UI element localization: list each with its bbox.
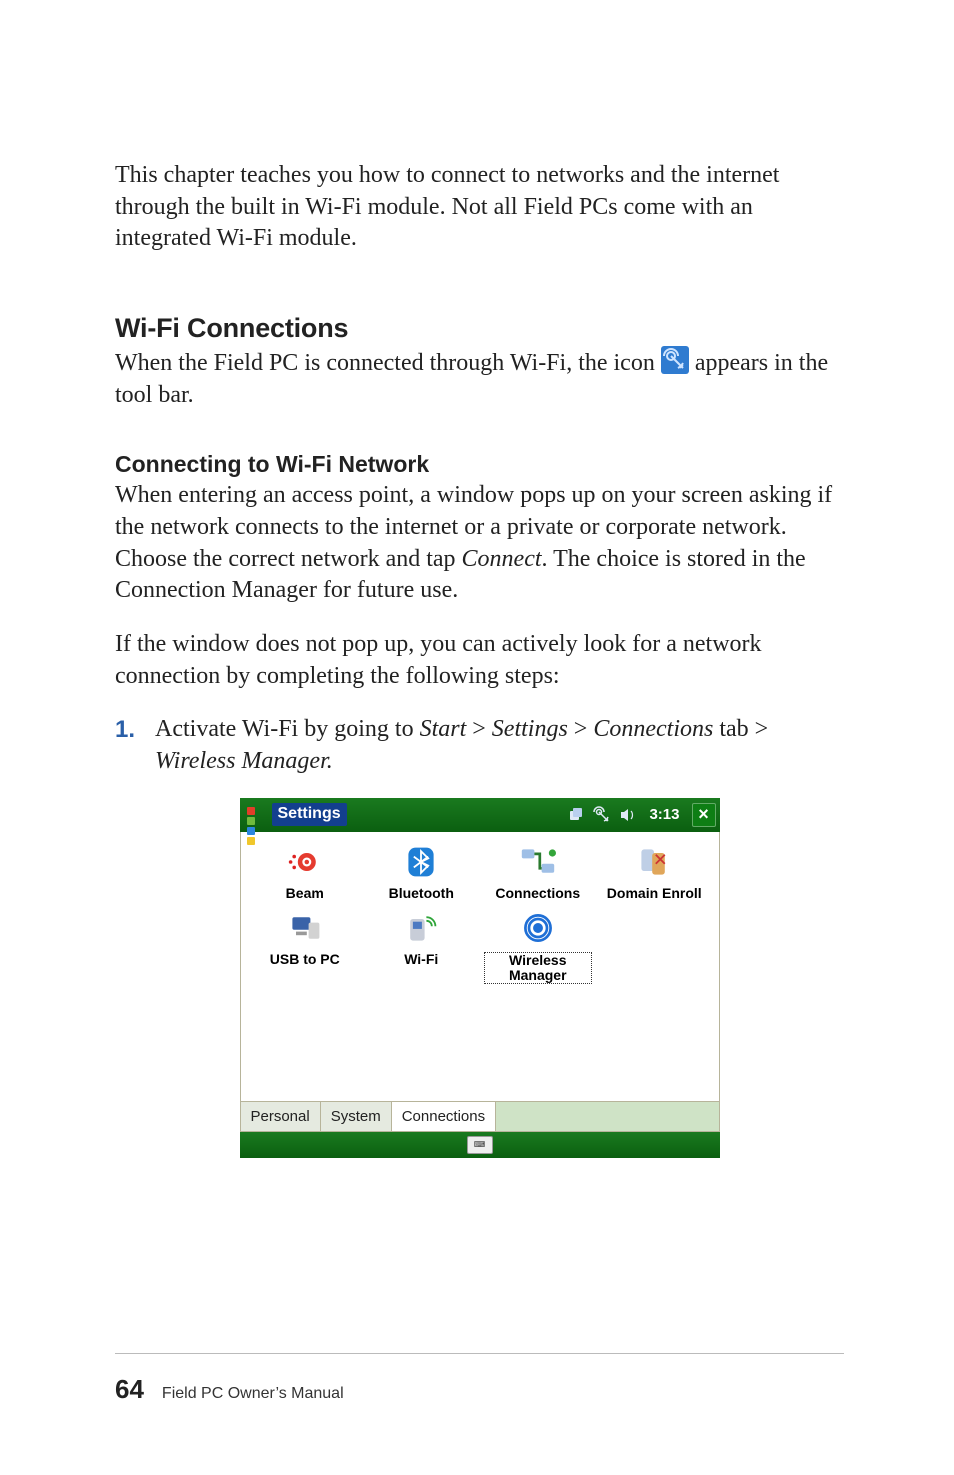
section-heading-wifi: Wi-Fi Connections xyxy=(115,313,844,344)
wireless-manager-icon xyxy=(518,908,558,948)
domain-enroll-icon xyxy=(634,842,674,882)
title-settings: Settings xyxy=(272,803,347,826)
wifi-status-icon xyxy=(661,346,689,374)
settings-panel: Beam Bluetooth Connections xyxy=(240,832,720,1102)
wifi-icon-paragraph: When the Field PC is connected through W… xyxy=(115,346,844,411)
tab-connections[interactable]: Connections xyxy=(392,1102,496,1131)
connections-label: Connections xyxy=(484,886,593,901)
step1-start: Start xyxy=(420,716,467,742)
settings-screenshot: Settings 3:13 × xyxy=(240,798,720,1158)
item-wireless-manager[interactable]: Wireless Manager xyxy=(484,908,593,983)
step1-wm: Wireless Manager. xyxy=(155,748,333,774)
titlebar: Settings 3:13 × xyxy=(240,798,720,832)
connecting-paragraph-1: When entering an access point, a window … xyxy=(115,480,844,607)
step1-tab: tab xyxy=(713,716,754,742)
para-a-connect: Connect xyxy=(462,546,542,572)
keyboard-icon[interactable]: ⌨ xyxy=(467,1136,493,1154)
start-menu-icon[interactable] xyxy=(246,806,264,824)
intro-paragraph: This chapter teaches you how to connect … xyxy=(115,160,844,255)
close-button[interactable]: × xyxy=(692,803,716,827)
beam-icon xyxy=(285,842,325,882)
step1-settings: Settings xyxy=(492,716,568,742)
wireless-manager-label: Wireless Manager xyxy=(484,952,593,983)
step1-gt1: > xyxy=(466,716,492,742)
connecting-paragraph-2: If the window does not pop up, you can a… xyxy=(115,629,844,692)
step-1-row: 1. Activate Wi-Fi by going to Start > Se… xyxy=(115,714,844,777)
overlap-windows-icon[interactable] xyxy=(567,806,585,824)
item-bluetooth[interactable]: Bluetooth xyxy=(367,842,476,901)
footer-title: Field PC Owner’s Manual xyxy=(162,1385,344,1403)
step1-connections: Connections xyxy=(593,716,713,742)
usb-label: USB to PC xyxy=(251,952,360,967)
step1-gt2: > xyxy=(568,716,594,742)
subheading-connecting: Connecting to Wi-Fi Network xyxy=(115,451,844,478)
beam-label: Beam xyxy=(251,886,360,901)
bluetooth-icon xyxy=(401,842,441,882)
step-1-number: 1. xyxy=(115,714,141,777)
item-beam[interactable]: Beam xyxy=(251,842,360,901)
wifi-device-icon xyxy=(401,908,441,948)
step1-gt3: > xyxy=(755,716,769,742)
volume-icon[interactable] xyxy=(619,806,637,824)
wifi-status-bar-icon[interactable] xyxy=(593,806,611,824)
item-usb-to-pc[interactable]: USB to PC xyxy=(251,908,360,967)
wifi-line-pre: When the Field PC is connected through W… xyxy=(115,350,661,376)
item-domain-enroll[interactable]: Domain Enroll xyxy=(600,842,709,901)
domain-enroll-label: Domain Enroll xyxy=(600,886,709,901)
step-1-text: Activate Wi-Fi by going to Start > Setti… xyxy=(155,714,844,777)
page-number: 64 xyxy=(115,1374,144,1405)
bottom-bar: ⌨ xyxy=(240,1132,720,1158)
tab-personal[interactable]: Personal xyxy=(241,1102,321,1131)
wifi-label: Wi-Fi xyxy=(367,952,476,967)
clock-time[interactable]: 3:13 xyxy=(645,806,683,823)
page-footer: 64 Field PC Owner’s Manual xyxy=(115,1353,844,1405)
item-wifi[interactable]: Wi-Fi xyxy=(367,908,476,967)
step1-t1: Activate Wi-Fi by going to xyxy=(155,716,420,742)
bluetooth-label: Bluetooth xyxy=(367,886,476,901)
item-connections[interactable]: Connections xyxy=(484,842,593,901)
tab-system[interactable]: System xyxy=(321,1102,392,1131)
connections-icon xyxy=(518,842,558,882)
tab-strip: Personal System Connections xyxy=(240,1102,720,1132)
usb-icon xyxy=(285,908,325,948)
